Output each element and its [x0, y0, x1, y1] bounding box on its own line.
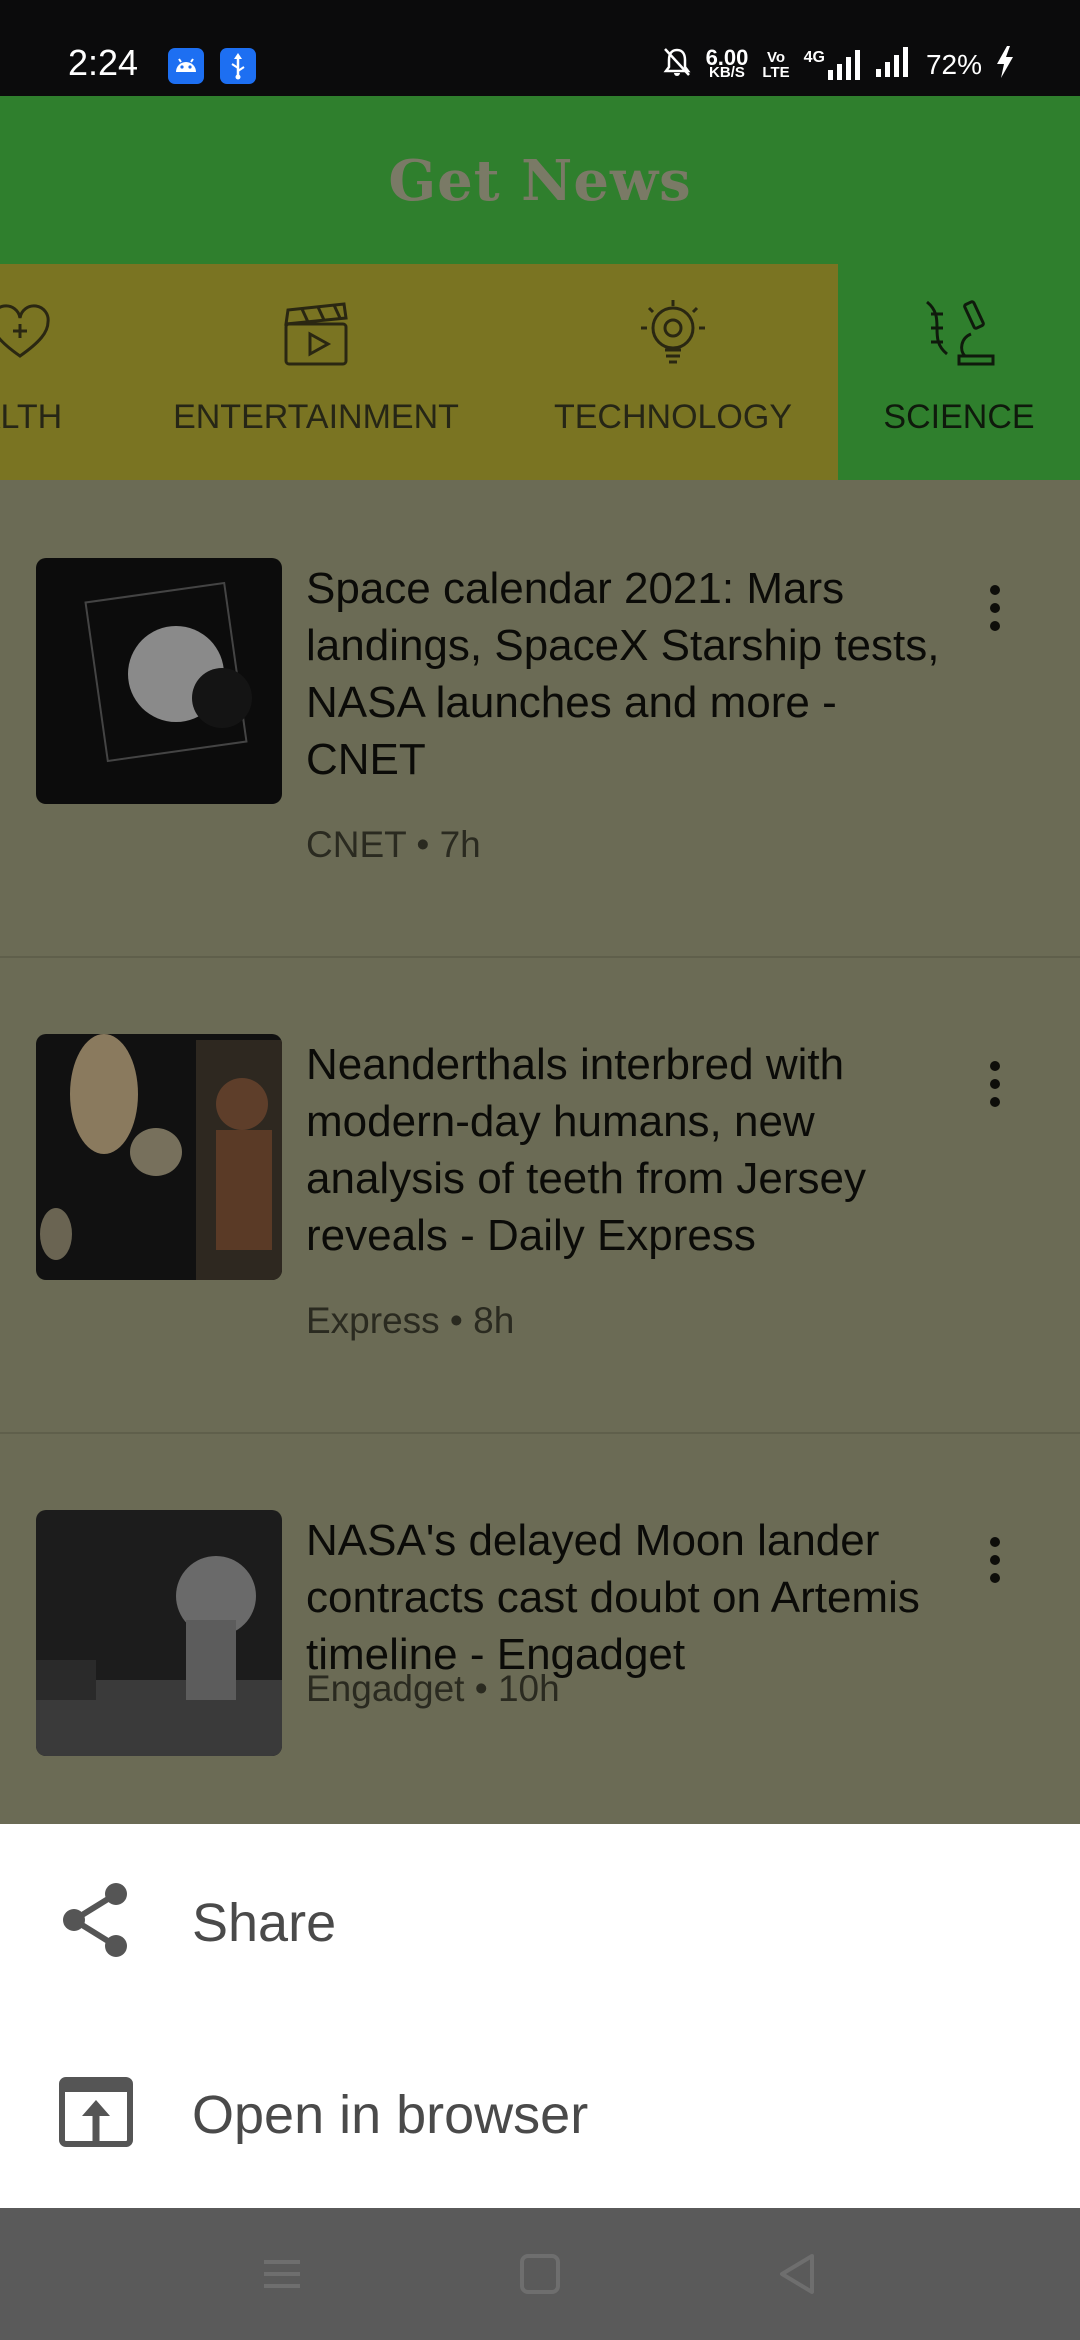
article-card[interactable]: Neanderthals interbred with modern-day h…: [0, 956, 1080, 1434]
category-tabs: ALTH ENTERTAINMENT TECHNOLOGY SCIENCE: [0, 264, 1080, 480]
article-title: Space calendar 2021: Mars landings, Spac…: [306, 564, 940, 784]
article-meta: CNET • 7h: [306, 824, 481, 865]
charging-icon: [996, 46, 1014, 83]
open-in-browser-icon: [56, 2072, 136, 2152]
network-type: 4G: [803, 48, 825, 66]
article-title: Neanderthals interbred with modern-day h…: [306, 1040, 867, 1260]
tab-entertainment[interactable]: ENTERTAINMENT: [160, 264, 472, 480]
tab-technology[interactable]: TECHNOLOGY: [520, 264, 826, 480]
volte-top: Vo: [766, 48, 786, 66]
back-icon[interactable]: [770, 2248, 826, 2300]
status-indicators: 6.00 KB/S Vo LTE 4G 72%: [662, 46, 1014, 83]
lightbulb-gear-icon: [633, 294, 713, 374]
more-options-icon[interactable]: [980, 1058, 1010, 1118]
signal-icon: 4G: [803, 48, 862, 80]
network-speed: 6.00 KB/S: [705, 44, 749, 81]
mute-bell-icon: [662, 46, 692, 83]
battery-percent: 72%: [925, 48, 982, 80]
status-time: 2:24: [68, 42, 139, 83]
article-thumbnail: [36, 1034, 282, 1280]
tab-label: ALTH: [0, 398, 63, 436]
usb-icon: [220, 48, 256, 84]
app-header: Get News: [0, 96, 1080, 264]
system-nav-bar: [0, 2208, 1080, 2340]
android-icon: [168, 48, 204, 84]
open-in-browser-label: Open in browser: [192, 2085, 589, 2145]
home-icon[interactable]: [512, 2248, 568, 2300]
more-options-icon[interactable]: [980, 1534, 1010, 1594]
tab-label: SCIENCE: [883, 398, 1035, 436]
share-button[interactable]: Share: [0, 1824, 1080, 2016]
tab-science[interactable]: SCIENCE: [838, 264, 1080, 480]
bottom-sheet: Share Open in browser: [0, 1824, 1080, 2208]
tab-label: TECHNOLOGY: [553, 398, 793, 436]
status-bar: 2:24 6.00 KB/S Vo LTE 4G 72%: [0, 0, 1080, 96]
signal-icon-2: [875, 47, 912, 82]
volte-indicator: Vo LTE: [762, 50, 789, 80]
more-options-icon[interactable]: [980, 582, 1010, 642]
news-feed: Space calendar 2021: Mars landings, Spac…: [0, 480, 1080, 1824]
article-meta: Engadget • 10h: [306, 1668, 560, 1709]
tab-health[interactable]: ALTH: [0, 264, 100, 480]
share-icon: [56, 1880, 136, 1960]
article-thumbnail: [36, 558, 282, 804]
open-in-browser-button[interactable]: Open in browser: [0, 2016, 1080, 2208]
tab-label: ENTERTAINMENT: [173, 398, 459, 436]
article-card[interactable]: Space calendar 2021: Mars landings, Spac…: [0, 480, 1080, 958]
page-title: Get News: [388, 148, 692, 214]
speed-unit: KB/S: [709, 63, 745, 81]
article-title: NASA's delayed Moon lander contracts cas…: [306, 1516, 920, 1679]
health-icon: [0, 294, 60, 374]
article-thumbnail: [36, 1510, 282, 1756]
speed-value: 6.00: [705, 44, 749, 70]
clapperboard-icon: [276, 294, 356, 374]
menu-icon[interactable]: [254, 2248, 310, 2300]
article-meta: Express • 8h: [306, 1300, 515, 1341]
dna-microscope-icon: [919, 294, 999, 374]
share-label: Share: [192, 1893, 337, 1953]
volte-bottom: LTE: [762, 63, 790, 81]
